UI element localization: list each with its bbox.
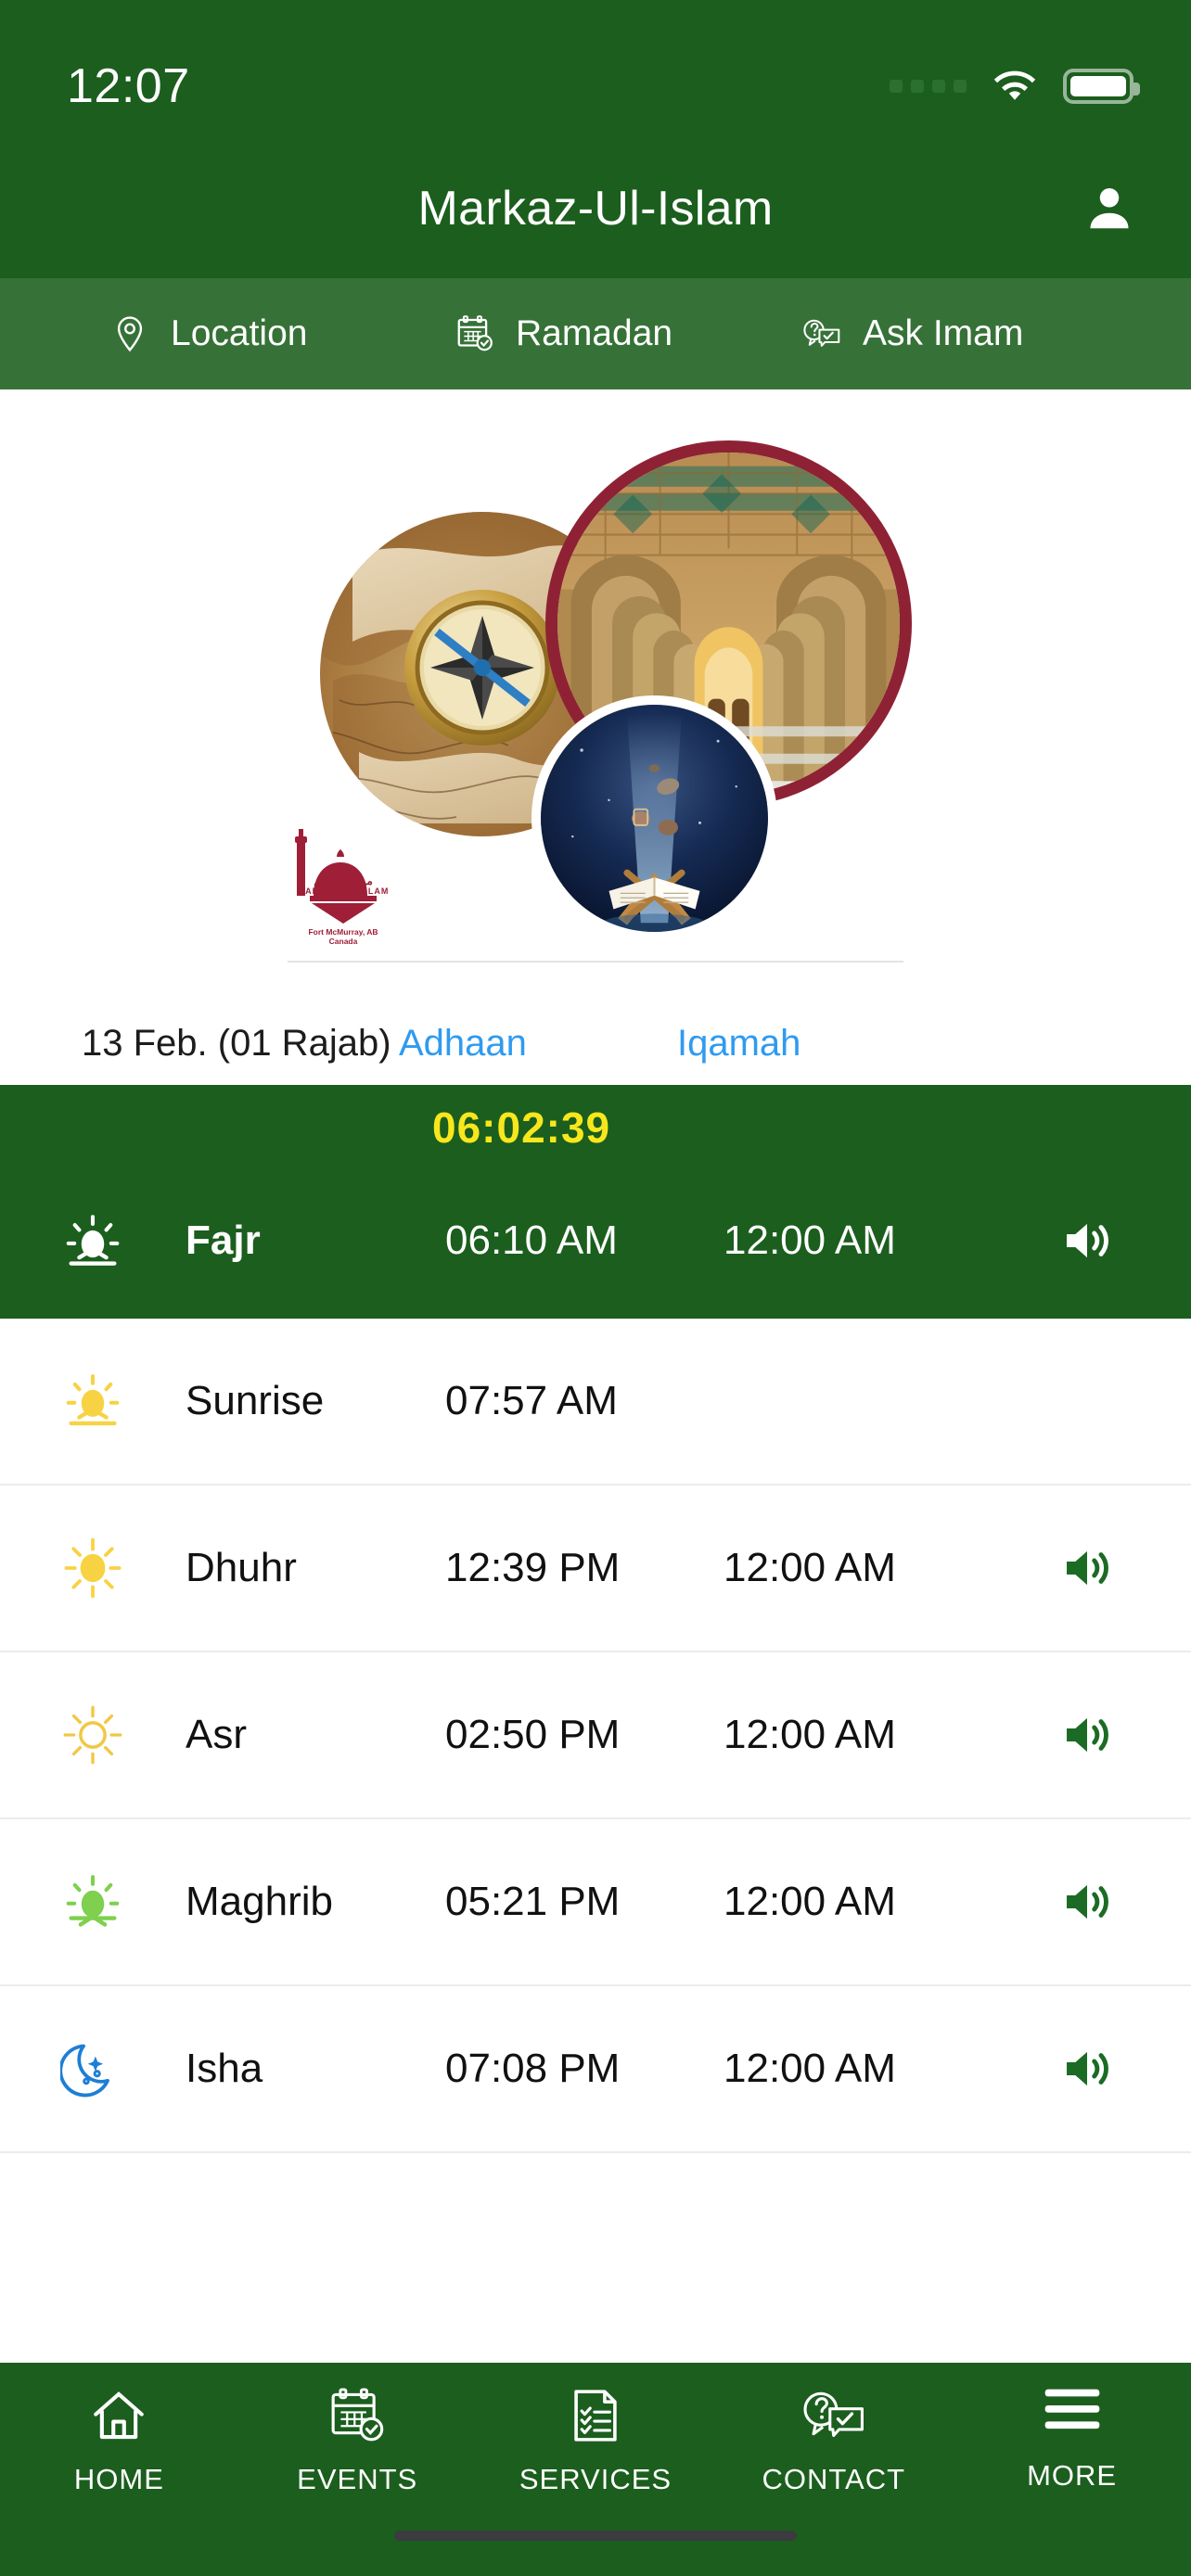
prayer-name: Isha	[186, 2046, 263, 2091]
fajr-dawn-icon	[0, 1208, 186, 1273]
app-root: 12:07 Markaz-Ul-Islam Location Ramadan A…	[0, 0, 1191, 2576]
bottom-navigation: HOME EVENTS SERVICES CONTACT MORE	[0, 2363, 1191, 2576]
collage-divider	[288, 961, 903, 963]
bottom-nav-label-events: EVENTS	[297, 2463, 418, 2495]
table-row[interactable]: Maghrib 05:21 PM 12:00 AM	[0, 1819, 1191, 1986]
prayer-iqamah-time: 12:00 AM	[724, 1712, 896, 1757]
svg-text:MARKAZ UL ISLAM: MARKAZ UL ISLAM	[298, 886, 390, 896]
speaker-icon	[1067, 2051, 1108, 2086]
wifi-icon	[993, 70, 1036, 100]
subnav-label-ramadan: Ramadan	[516, 313, 673, 353]
mosque-logo: ﻣﺮﻛﺰ ﺍﻹﺳﻼﻡ MARKAZ UL ISLAM Fort McMurray…	[295, 829, 390, 946]
sunset-green-icon	[0, 1869, 186, 1934]
battery-full-icon	[1063, 69, 1140, 104]
subnav-item-location[interactable]: Location	[0, 278, 371, 389]
prayer-sound-toggle[interactable]	[1002, 2040, 1191, 2098]
prayer-sound-toggle[interactable]	[1002, 1873, 1191, 1931]
subnav-label-location: Location	[171, 313, 308, 353]
moon-stars-icon	[0, 2036, 186, 2101]
iqamah-column-header[interactable]: Iqamah	[677, 1023, 1191, 1065]
hamburger-menu-icon	[1043, 2383, 1102, 2435]
table-row[interactable]: Isha 07:08 PM 12:00 AM	[0, 1986, 1191, 2153]
prayer-name: Dhuhr	[186, 1545, 297, 1590]
sun-filled-icon	[0, 1536, 186, 1600]
calendar-check-icon	[457, 315, 493, 351]
prayer-adhaan-time: 06:10 AM	[445, 1217, 618, 1263]
prayer-adhaan-time: 07:57 AM	[445, 1378, 618, 1423]
app-header: Markaz-Ul-Islam	[0, 139, 1191, 278]
prayer-adhaan-time: 12:39 PM	[445, 1545, 621, 1590]
bottom-nav-item-more[interactable]: MORE	[953, 2383, 1191, 2493]
sub-navigation: Location Ramadan Ask Imam	[0, 278, 1191, 389]
status-bar-indicators	[890, 68, 1140, 105]
prayer-iqamah-time: 12:00 AM	[724, 1879, 896, 1924]
page-title: Markaz-Ul-Islam	[417, 182, 774, 236]
bottom-nav-label-home: HOME	[73, 2463, 164, 2495]
table-row[interactable]: Dhuhr 12:39 PM 12:00 AM	[0, 1486, 1191, 1652]
person-icon	[1090, 188, 1129, 229]
subnav-item-ask-imam[interactable]: Ask Imam	[724, 278, 1191, 389]
calendar-check-icon	[327, 2383, 388, 2448]
table-row[interactable]: Sunrise 07:57 AM	[0, 1319, 1191, 1486]
speaker-icon	[1067, 1717, 1108, 1753]
bottom-nav-label-contact: CONTACT	[762, 2463, 906, 2495]
prayer-sound-toggle[interactable]	[1002, 1706, 1191, 1764]
speaker-icon	[1067, 1884, 1108, 1919]
date-label: 13 Feb. (01 Rajab)	[82, 1022, 391, 1064]
prayer-iqamah-time: 12:00 AM	[724, 1217, 896, 1263]
table-row[interactable]: Asr 02:50 PM 12:00 AM	[0, 1652, 1191, 1819]
quran-night-sky-image	[531, 695, 777, 941]
bottom-nav-label-services: SERVICES	[519, 2463, 672, 2495]
sunrise-icon	[0, 1369, 186, 1434]
prayer-name: Fajr	[186, 1217, 261, 1263]
signal-dots-icon	[890, 80, 967, 93]
bottom-nav-item-home[interactable]: HOME	[0, 2383, 238, 2496]
home-indicator[interactable]	[394, 2531, 797, 2541]
subnav-item-ramadan[interactable]: Ramadan	[371, 278, 724, 389]
home-icon	[88, 2383, 149, 2448]
prayer-sound-toggle[interactable]	[1002, 1539, 1191, 1597]
prayer-iqamah-time: 12:00 AM	[724, 2046, 896, 2091]
question-chat-icon	[803, 319, 840, 347]
countdown-timer: 06:02:39	[432, 1103, 611, 1152]
svg-text:Fort McMurray, AB: Fort McMurray, AB	[308, 927, 378, 937]
prayer-name: Asr	[186, 1712, 247, 1757]
location-pin-icon	[117, 316, 143, 352]
sun-outline-icon	[0, 1702, 186, 1767]
prayer-name: Maghrib	[186, 1879, 333, 1924]
status-bar-time: 12:07	[67, 59, 190, 113]
prayer-name: Sunrise	[186, 1378, 325, 1423]
hero-collage: ﻣﺮﻛﺰ ﺍﻹﺳﻼﻡ MARKAZ UL ISLAM Fort McMurray…	[0, 389, 1191, 1001]
checklist-document-icon	[565, 2383, 626, 2448]
prayer-adhaan-time: 07:08 PM	[445, 2046, 621, 2091]
adhaan-column-header[interactable]: Adhaan	[399, 1023, 677, 1065]
prayer-table-header: 13 Feb. (01 Rajab) Adhaan Iqamah	[0, 1001, 1191, 1085]
speaker-icon	[1067, 1550, 1108, 1586]
account-button[interactable]	[1076, 175, 1143, 242]
speaker-icon	[1067, 1223, 1108, 1257]
bottom-nav-item-events[interactable]: EVENTS	[238, 2383, 477, 2496]
bottom-nav-label-more: MORE	[1027, 2459, 1118, 2492]
bottom-nav-item-contact[interactable]: CONTACT	[714, 2383, 953, 2496]
prayer-sound-toggle[interactable]	[1002, 1212, 1191, 1269]
bottom-nav-item-services[interactable]: SERVICES	[477, 2383, 715, 2496]
svg-text:Canada: Canada	[329, 937, 358, 946]
prayer-adhaan-time: 02:50 PM	[445, 1712, 621, 1757]
prayer-times-table: 06:02:39 Fajr 06:10 AM 12:00 AM Sunrise …	[0, 1085, 1191, 2363]
subnav-label-ask-imam: Ask Imam	[863, 313, 1024, 353]
prayer-adhaan-time: 05:21 PM	[445, 1879, 621, 1924]
prayer-iqamah-time: 12:00 AM	[724, 1545, 896, 1590]
status-bar: 12:07	[0, 0, 1191, 139]
table-row[interactable]: 06:02:39 Fajr 06:10 AM 12:00 AM	[0, 1085, 1191, 1319]
question-chat-icon	[800, 2383, 868, 2448]
